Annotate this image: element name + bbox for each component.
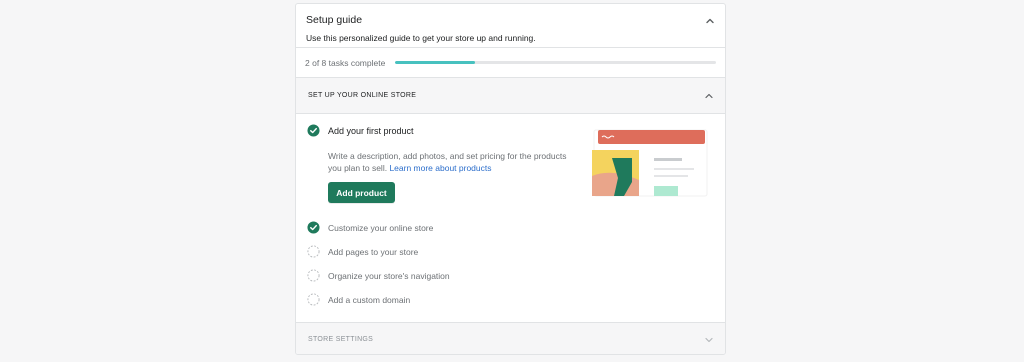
section-header-online-store[interactable]: SET UP YOUR ONLINE STORE	[296, 77, 725, 114]
learn-more-link[interactable]: Learn more about products	[389, 163, 491, 173]
task-item-add-first-product[interactable]: Add your first product	[307, 124, 414, 137]
section-body: Add your first product Write a descripti…	[296, 114, 725, 321]
chevron-down-icon[interactable]	[703, 334, 715, 346]
dashed-circle-icon	[307, 293, 320, 306]
chevron-up-icon[interactable]	[704, 15, 716, 27]
task-item-customize-store[interactable]: Customize your online store	[307, 221, 433, 234]
setup-guide-header: Setup guide Use this personalized guide …	[296, 4, 725, 47]
task-label: Customize your online store	[328, 222, 434, 233]
task-description: Write a description, add photos, and set…	[328, 150, 578, 174]
task-item-custom-domain[interactable]: Add a custom domain	[307, 293, 410, 306]
task-label: Add pages to your store	[328, 246, 419, 257]
progress-bar	[395, 61, 716, 64]
check-circle-icon	[307, 221, 320, 234]
dashed-circle-icon	[307, 245, 320, 258]
task-item-organize-navigation[interactable]: Organize your store's navigation	[307, 269, 450, 282]
add-product-button[interactable]: Add product	[328, 182, 395, 203]
section-label: SET UP YOUR ONLINE STORE	[308, 92, 417, 99]
store-product-illustration	[592, 129, 708, 197]
setup-guide-card: Setup guide Use this personalized guide …	[295, 3, 726, 355]
task-label: Organize your store's navigation	[328, 270, 450, 281]
setup-guide-subtitle: Use this personalized guide to get your …	[306, 33, 536, 43]
task-label: Add your first product	[328, 125, 414, 136]
dashed-circle-icon	[307, 269, 320, 282]
section-label: STORE SETTINGS	[308, 336, 374, 343]
setup-guide-title: Setup guide	[306, 14, 363, 26]
check-circle-icon	[307, 124, 320, 137]
progress-bar-fill	[395, 61, 476, 64]
progress-row: 2 of 8 tasks complete	[296, 47, 725, 77]
chevron-up-icon[interactable]	[703, 90, 715, 102]
task-item-add-pages[interactable]: Add pages to your store	[307, 245, 418, 258]
section-header-store-settings[interactable]: STORE SETTINGS	[296, 322, 725, 354]
task-label: Add a custom domain	[328, 294, 411, 305]
progress-text: 2 of 8 tasks complete	[305, 57, 386, 68]
